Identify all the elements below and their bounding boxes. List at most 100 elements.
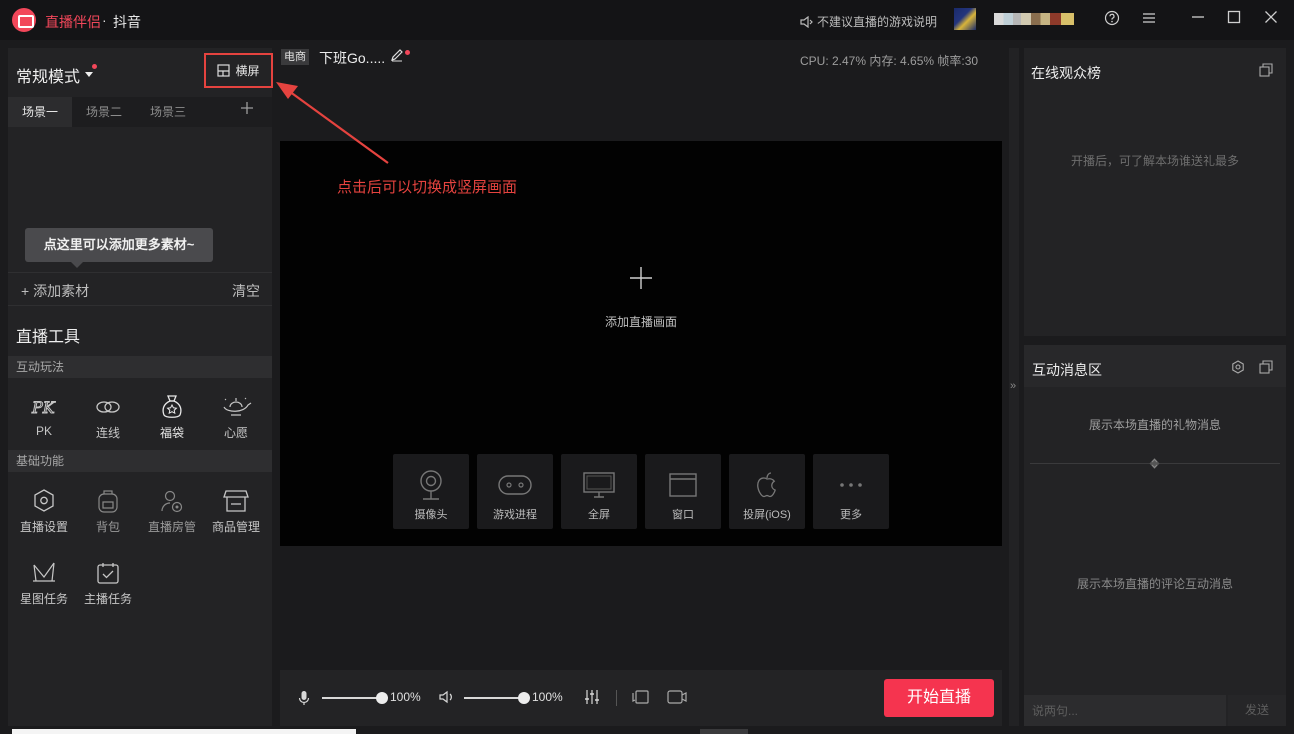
more-dots-icon [840, 483, 862, 487]
source-more[interactable]: 更多 [813, 454, 889, 529]
edit-title-icon[interactable] [390, 48, 404, 65]
landscape-icon [217, 64, 231, 77]
source-fullscreen-label: 全屏 [588, 509, 610, 521]
tool-backpack-label: 背包 [95, 520, 120, 534]
hamburger-icon[interactable] [1139, 10, 1159, 30]
start-live-button[interactable]: 开始直播 [884, 679, 994, 717]
message-popout-icon[interactable] [1259, 360, 1273, 377]
lucky-bag-icon [162, 395, 182, 418]
add-preview-label[interactable]: 添加直播画面 [605, 313, 677, 330]
camera-icon [420, 470, 442, 500]
source-game-label: 游戏进程 [493, 509, 537, 521]
source-ios-cast[interactable]: 投屏(iOS) [729, 454, 805, 529]
store-icon [223, 490, 249, 512]
speaker-volume-slider[interactable] [464, 697, 524, 699]
tool-pk[interactable]: PK PK [14, 392, 74, 438]
source-camera-label: 摄像头 [414, 509, 448, 521]
audience-title: 在线观众榜 [1031, 65, 1101, 81]
source-camera[interactable]: 摄像头 [393, 454, 469, 529]
room-admin-icon [161, 490, 183, 513]
caret-down-icon [85, 72, 94, 77]
left-panel [8, 48, 272, 726]
mic-volume-slider[interactable] [322, 697, 382, 699]
annotation-text: 点击后可以切换成竖屏画面 [337, 179, 518, 196]
title-bar [0, 0, 1294, 40]
tool-live-settings-label: 直播设置 [19, 520, 68, 534]
tool-room-admin[interactable]: 直播房管 [142, 486, 202, 535]
avatar[interactable] [954, 8, 976, 30]
material-tooltip: 点这里可以添加更多素材~ [25, 228, 213, 268]
task-check-icon [97, 563, 119, 584]
control-divider [616, 690, 617, 706]
minimize-icon[interactable] [1188, 10, 1208, 30]
pk-icon: PK [31, 398, 56, 416]
source-fullscreen[interactable]: 全屏 [561, 454, 637, 529]
chat-input[interactable] [1024, 695, 1226, 726]
maximize-icon[interactable] [1224, 10, 1244, 30]
speaker-volume-value: 100% [532, 690, 563, 704]
speaker-volume-knob[interactable] [518, 692, 530, 704]
tool-star-map[interactable]: 星图任务 [14, 558, 74, 607]
record-camera-icon[interactable] [667, 689, 687, 708]
add-material-button[interactable]: + 添加素材 [21, 281, 89, 301]
source-ios-cast-label: 投屏(iOS) [743, 509, 791, 521]
tab-scene-3[interactable]: 场景三 [136, 97, 200, 127]
tab-scene-1[interactable]: 场景一 [8, 97, 72, 127]
app-name: 直播伴侣 [45, 14, 101, 30]
tool-star-map-label: 星图任务 [19, 592, 68, 606]
tool-host-task[interactable]: 主播任务 [78, 558, 138, 607]
tool-lucky-bag[interactable]: 福袋 [142, 392, 202, 441]
collapse-right-icon[interactable]: » [1010, 380, 1016, 392]
category-tag: 电商 [281, 49, 309, 65]
tool-host-task-label: 主播任务 [83, 592, 132, 606]
audio-mixer-icon[interactable] [584, 689, 600, 708]
microphone-icon[interactable] [298, 690, 310, 709]
clear-button[interactable]: 清空 [232, 281, 260, 301]
mode-label: 常规模式 [16, 69, 81, 86]
window-icon [669, 473, 697, 497]
tools-title: 直播工具 [16, 329, 81, 346]
mode-selector[interactable]: 常规模式 [16, 63, 94, 87]
orientation-toggle-button[interactable]: 横屏 [204, 53, 273, 88]
tool-wish[interactable]: 心愿 [206, 392, 266, 441]
speaker-notice-icon [800, 15, 813, 28]
source-window-label: 窗口 [672, 509, 694, 521]
horizontal-scrollbar[interactable] [700, 729, 748, 734]
tool-product-manage[interactable]: 商品管理 [206, 486, 266, 535]
monitor-icon [583, 472, 615, 498]
splitter-handle-icon[interactable] [1148, 457, 1161, 470]
orientation-label: 横屏 [235, 64, 260, 78]
tab-scene-2[interactable]: 场景二 [72, 97, 136, 127]
tool-room-admin-label: 直播房管 [147, 520, 196, 534]
performance-stats: CPU: 2.47% 内存: 4.65% 帧率:30 [800, 54, 979, 68]
game-notice-text: 不建议直播的游戏说明 [817, 15, 938, 29]
source-window[interactable]: 窗口 [645, 454, 721, 529]
speaker-icon[interactable] [439, 690, 455, 707]
source-game[interactable]: 游戏进程 [477, 454, 553, 529]
rotate-screen-icon[interactable] [631, 689, 651, 708]
gift-message-placeholder: 展示本场直播的礼物消息 [1089, 418, 1222, 432]
popout-icon[interactable] [1259, 63, 1273, 80]
backpack-icon [98, 490, 118, 513]
new-dot-badge [92, 64, 97, 69]
add-scene-icon[interactable] [240, 98, 254, 121]
platform-name: 抖音 [113, 14, 141, 30]
tool-live-settings[interactable]: 直播设置 [14, 486, 74, 535]
send-button[interactable]: 发送 [1228, 695, 1286, 726]
tool-wish-label: 心愿 [223, 426, 248, 440]
mic-volume-knob[interactable] [376, 692, 388, 704]
tool-backpack[interactable]: 背包 [78, 486, 138, 535]
user-name-mosaic[interactable] [994, 13, 1074, 25]
link-icon [96, 401, 120, 413]
interactive-section-header: 互动玩法 [8, 356, 272, 378]
title-new-dot [405, 50, 410, 55]
tool-pk-label: PK [35, 424, 52, 438]
live-preview-canvas[interactable] [280, 141, 1002, 546]
message-panel [1024, 345, 1286, 726]
game-notice-link[interactable]: 不建议直播的游戏说明 [800, 13, 937, 30]
tool-link[interactable]: 连线 [78, 392, 138, 441]
add-preview-plus-icon[interactable] [629, 266, 653, 293]
settings-hex-icon[interactable] [1231, 360, 1245, 377]
help-circle-icon[interactable] [1102, 10, 1122, 30]
close-icon[interactable] [1261, 10, 1281, 30]
